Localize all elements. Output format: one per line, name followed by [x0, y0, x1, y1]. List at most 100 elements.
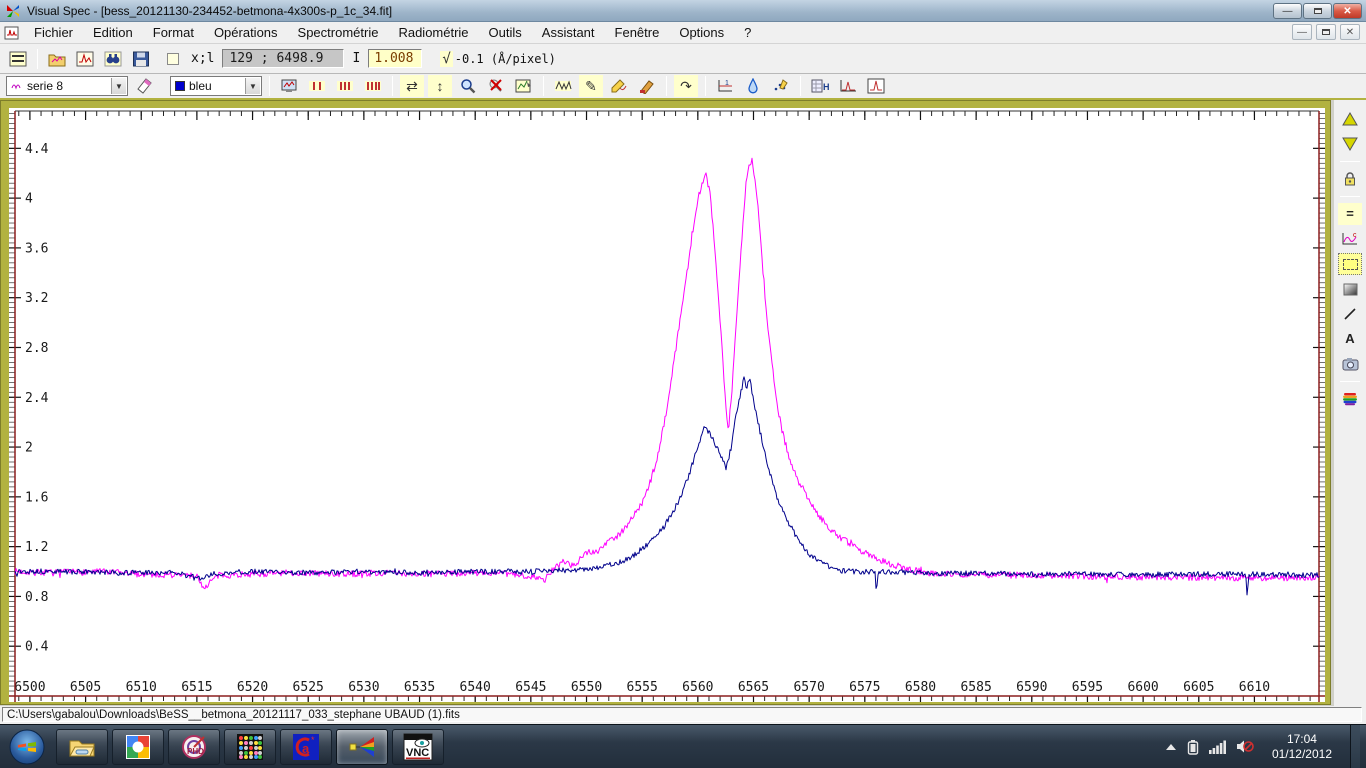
network-signal-icon[interactable]	[1209, 740, 1226, 754]
color-dropdown-arrow[interactable]: ▼	[245, 78, 260, 94]
menu-item-format[interactable]: Format	[143, 23, 204, 42]
color-select[interactable]: bleu ▼	[170, 76, 262, 96]
zoom-in-button[interactable]	[456, 75, 480, 97]
restore-button[interactable]	[1303, 3, 1332, 19]
series-select[interactable]: serie 8 ▼	[6, 76, 128, 96]
svg-text:6610: 6610	[1239, 680, 1270, 695]
start-button[interactable]	[8, 728, 46, 766]
spectral-lines-pair-icon	[336, 78, 354, 94]
fill-pattern-button[interactable]	[1338, 278, 1362, 300]
element-lines-3-button[interactable]	[361, 75, 385, 97]
calibration-axis-button[interactable]	[836, 75, 860, 97]
intensity-field[interactable]: 1.008	[368, 49, 422, 68]
window-title: Visual Spec - [bess_20121130-234452-betm…	[27, 4, 392, 18]
mdi-close-button[interactable]: ✕	[1340, 24, 1360, 40]
explorer-folder-icon	[68, 736, 96, 758]
taskbar-google[interactable]	[112, 729, 164, 765]
taskbar-phd-guiding[interactable]: PHD	[168, 729, 220, 765]
open-profile-button[interactable]	[45, 48, 69, 70]
taskbar-clock[interactable]: 17:04 01/12/2012	[1264, 732, 1340, 762]
preview-profile-button[interactable]	[864, 75, 888, 97]
screenshot-button[interactable]	[1338, 353, 1362, 375]
taskbar-windows-explorer[interactable]	[56, 729, 108, 765]
menu-item-fichier[interactable]: Fichier	[24, 23, 83, 42]
text-label-button[interactable]: A	[1338, 328, 1362, 350]
svg-text:0.4: 0.4	[25, 640, 49, 655]
save-button[interactable]	[129, 48, 153, 70]
xl-checkbox[interactable]	[167, 53, 179, 65]
draw-segment-button[interactable]	[1338, 303, 1362, 325]
compare-profiles-button[interactable]: c	[1338, 228, 1362, 250]
undo-curve-button[interactable]: ↷	[674, 75, 698, 97]
menu-item-radiometrie[interactable]: Radiométrie	[388, 23, 478, 42]
svg-text:4: 4	[25, 192, 33, 207]
down-triangle-icon	[1342, 137, 1358, 151]
draw-continuum-button[interactable]	[607, 75, 631, 97]
continuum-points-button[interactable]	[551, 75, 575, 97]
menu-item-edition[interactable]: Edition	[83, 23, 143, 42]
series-list-icon	[9, 51, 27, 67]
spectrum-plot[interactable]: 0.40.81.21.622.42.83.23.644.465006505651…	[9, 108, 1325, 702]
title-bar[interactable]: Visual Spec - [bess_20121130-234452-betm…	[0, 0, 1366, 22]
shift-x-button[interactable]: ⇄	[400, 75, 424, 97]
element-lines-1-button[interactable]	[305, 75, 329, 97]
svg-text:6605: 6605	[1183, 680, 1214, 695]
svg-text:2: 2	[25, 441, 33, 456]
edit-display-button[interactable]	[512, 75, 536, 97]
menu-item-options[interactable]: Options	[669, 23, 734, 42]
scroll-down-button[interactable]	[1338, 133, 1362, 155]
unzoom-button[interactable]	[484, 75, 508, 97]
lock-scale-button[interactable]	[1338, 168, 1362, 190]
svg-text:6550: 6550	[571, 680, 602, 695]
clean-profile-button[interactable]	[635, 75, 659, 97]
mdi-minimize-button[interactable]: —	[1292, 24, 1312, 40]
drop-icon	[746, 78, 760, 94]
show-hidden-icons-button[interactable]	[1165, 743, 1177, 751]
taskbar-visual-spec[interactable]	[336, 729, 388, 765]
cursor-position-field[interactable]: 129 ; 6498.9	[222, 49, 344, 68]
equal-scale-button[interactable]: =	[1338, 203, 1362, 225]
menu-item-fenetre[interactable]: Fenêtre	[605, 23, 670, 42]
erase-series-button[interactable]	[132, 75, 156, 97]
vnc-letters: VNC	[406, 747, 429, 759]
svg-text:6525: 6525	[293, 680, 324, 695]
minimize-button[interactable]: —	[1273, 3, 1302, 19]
taskbar-vnc-viewer[interactable]: VNC	[392, 729, 444, 765]
battery-icon[interactable]	[1187, 739, 1199, 755]
mdi-client-area: 0.40.81.21.622.42.83.23.644.465006505651…	[0, 100, 1366, 706]
scroll-up-button[interactable]	[1338, 108, 1362, 130]
menu-item-help[interactable]: ?	[734, 23, 761, 42]
display-screen-button[interactable]	[277, 75, 301, 97]
menu-item-operations[interactable]: Opérations	[204, 23, 288, 42]
normalize-axis-icon: 1	[716, 78, 734, 94]
svg-text:6560: 6560	[682, 680, 713, 695]
heliocentric-button[interactable]: H	[808, 75, 832, 97]
water-drop-button[interactable]	[741, 75, 765, 97]
series-dropdown-arrow[interactable]: ▼	[111, 78, 126, 94]
menu-item-assistant[interactable]: Assistant	[532, 23, 605, 42]
search-object-button[interactable]	[101, 48, 125, 70]
svg-text:6590: 6590	[1016, 680, 1047, 695]
close-button[interactable]: ✕	[1333, 3, 1362, 19]
shift-y-button[interactable]: ↕	[428, 75, 452, 97]
color-synthesis-button[interactable]	[1338, 388, 1362, 410]
speaker-muted-icon[interactable]	[1236, 739, 1254, 754]
menu-item-outils[interactable]: Outils	[479, 23, 532, 42]
rainbow-icon	[1342, 392, 1358, 406]
draw-line-button[interactable]: ✎	[579, 75, 603, 97]
visual-spec-icon	[348, 734, 376, 760]
element-lines-2-button[interactable]	[333, 75, 357, 97]
series-list-button[interactable]	[6, 48, 30, 70]
taskbar-color-grid[interactable]	[224, 729, 276, 765]
normalize-button[interactable]: 1	[713, 75, 737, 97]
show-desktop-button[interactable]	[1350, 725, 1360, 768]
series-wave-icon	[11, 81, 23, 91]
mdi-restore-button[interactable]	[1316, 24, 1336, 40]
scatter-edit-button[interactable]	[769, 75, 793, 97]
svg-text:1.6: 1.6	[25, 490, 48, 505]
display-profile-button[interactable]	[73, 48, 97, 70]
taskbar-astroart[interactable]: a *	[280, 729, 332, 765]
menu-item-spectrometrie[interactable]: Spectrométrie	[288, 23, 389, 42]
selection-rect-button[interactable]	[1338, 253, 1362, 275]
phd-target-icon: PHD	[181, 734, 207, 760]
